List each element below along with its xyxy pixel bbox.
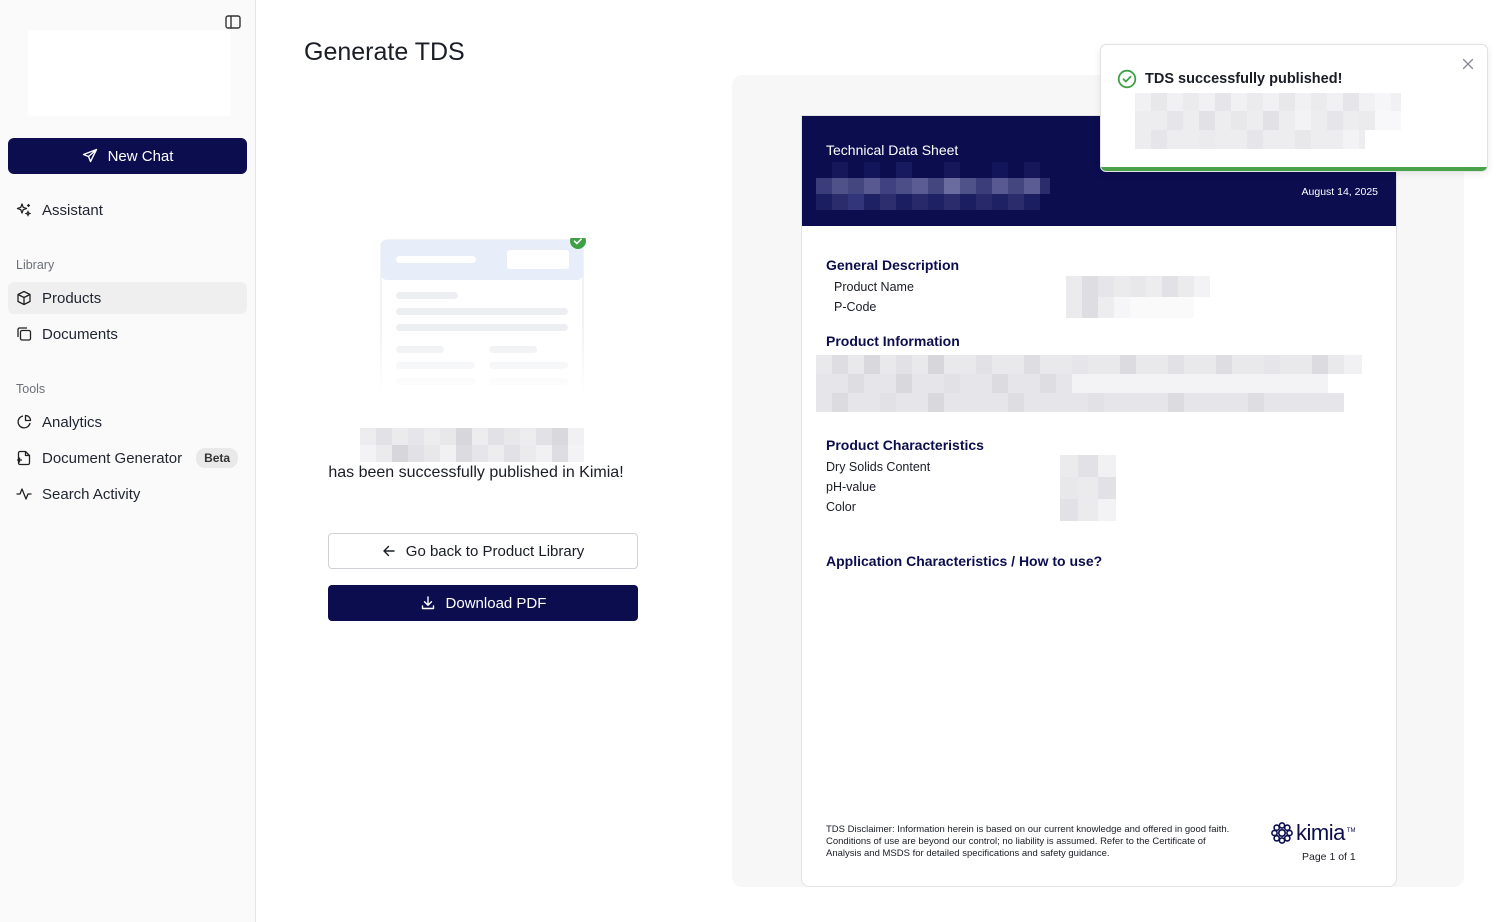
sidebar-item-label: Products: [42, 289, 102, 307]
download-pdf-button[interactable]: Download PDF: [328, 585, 638, 621]
toast-progress-bar: [1101, 167, 1487, 171]
library-section-label: Library: [16, 258, 55, 272]
general-description-heading: General Description: [826, 257, 960, 273]
sidebar-item-analytics[interactable]: Analytics: [8, 406, 247, 438]
tds-document-preview: Technical Data Sheet August 14, 2025 Gen…: [801, 115, 1397, 887]
check-circle-icon: [1117, 69, 1137, 89]
download-button-label: Download PDF: [445, 594, 547, 612]
kimia-flower-icon: [1271, 822, 1293, 844]
new-chat-button[interactable]: New Chat: [8, 138, 247, 174]
kimia-wordmark: kimia: [1296, 820, 1345, 845]
pcode-label: P-Code: [834, 300, 877, 314]
package-icon: [17, 290, 31, 306]
document-date: August 14, 2025: [1301, 186, 1378, 198]
tools-section-label: Tools: [16, 382, 46, 396]
sidebar-item-label: Assistant: [42, 201, 103, 219]
page-number: Page 1 of 1: [1302, 851, 1356, 863]
back-to-product-library-button[interactable]: Go back to Product Library: [328, 533, 638, 569]
tds-disclaimer: TDS Disclaimer: Information herein is ba…: [826, 824, 1230, 859]
file-plus-icon: [17, 450, 31, 466]
beta-badge: Beta: [196, 448, 239, 468]
publish-success-message: has been successfully published in Kimia…: [328, 464, 624, 481]
sparkles-icon: [16, 203, 32, 217]
sidebar-item-products[interactable]: Products: [8, 282, 247, 314]
redacted-product-title: [816, 162, 1066, 210]
product-information-heading: Product Information: [826, 333, 960, 349]
arrow-left-icon: [383, 545, 395, 557]
redacted-general-values: [1066, 276, 1210, 318]
documents-icon: [17, 327, 32, 341]
new-chat-label: New Chat: [107, 147, 174, 165]
toast-title: TDS successfully published!: [1145, 71, 1343, 87]
download-icon: [421, 596, 434, 610]
sidebar-item-documents[interactable]: Documents: [8, 318, 247, 350]
sidebar-item-label: Document Generator: [42, 449, 183, 467]
product-name-label: Product Name: [834, 280, 914, 294]
sidebar-item-label: Analytics: [42, 413, 103, 431]
sidebar-toggle-icon[interactable]: [224, 13, 242, 31]
application-characteristics-heading: Application Characteristics / How to use…: [826, 553, 1103, 569]
document-type-label: Technical Data Sheet: [826, 142, 959, 158]
redacted-product-name: [360, 428, 584, 462]
product-characteristics-heading: Product Characteristics: [826, 437, 984, 453]
send-icon: [82, 148, 97, 163]
redacted-product-information: [816, 355, 1362, 413]
sidebar: New Chat Assistant Library Products Docu…: [0, 0, 256, 922]
sidebar-item-label: Search Activity: [42, 485, 141, 503]
trademark-mark: TM: [1346, 828, 1356, 834]
sidebar-item-label: Documents: [42, 325, 118, 343]
pie-chart-icon: [17, 414, 32, 429]
document-published-illustration: [380, 233, 586, 401]
sidebar-item-assistant[interactable]: Assistant: [8, 194, 247, 226]
close-icon[interactable]: [1461, 57, 1475, 71]
back-button-label: Go back to Product Library: [405, 542, 585, 560]
sidebar-item-search-activity[interactable]: Search Activity: [8, 478, 247, 510]
color-label: Color: [826, 500, 856, 514]
success-toast: TDS successfully published!: [1100, 44, 1488, 172]
kimia-logo: kimia TM: [1270, 818, 1360, 848]
sidebar-item-document-generator[interactable]: Document Generator Beta: [8, 442, 247, 474]
dry-solids-label: Dry Solids Content: [826, 460, 931, 474]
redacted-characteristic-values: [1060, 455, 1116, 521]
activity-icon: [16, 488, 32, 500]
ph-value-label: pH-value: [826, 480, 877, 494]
company-logo-placeholder: [28, 30, 231, 116]
page-title: Generate TDS: [304, 38, 465, 66]
redacted-toast-message: [1135, 93, 1401, 149]
